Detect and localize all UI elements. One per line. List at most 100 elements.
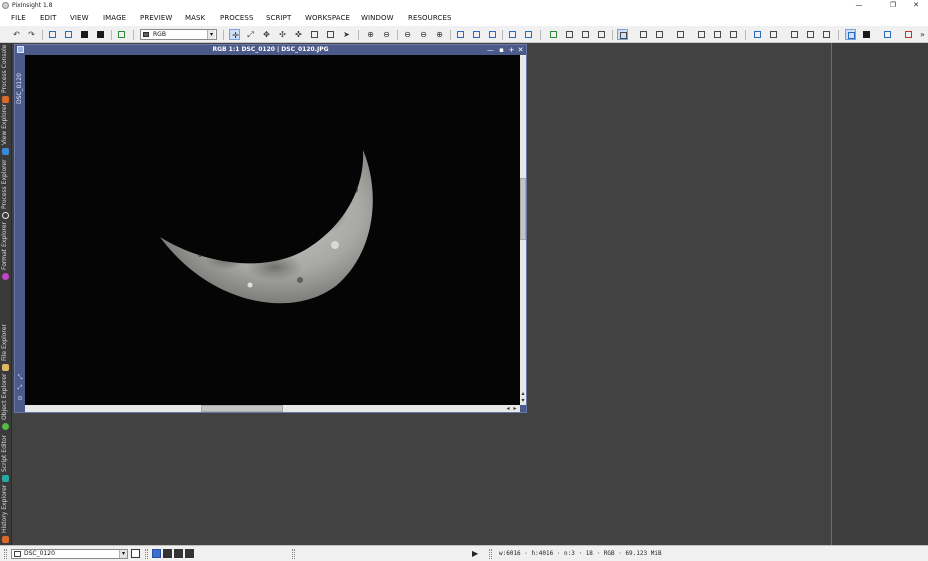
dock-tab-file-explorer[interactable]: File Explorer — [0, 323, 12, 373]
dynamic-crop-icon[interactable] — [325, 29, 336, 40]
horizontal-scrollbar[interactable]: ◂ ▸ — [25, 405, 520, 412]
zoom-mode-icon[interactable]: ⤢ — [245, 29, 256, 40]
dock-tab-history-explorer[interactable]: History Explorer — [0, 484, 12, 545]
color-space-rgb-icon[interactable] — [152, 549, 161, 558]
readout-mode-icon[interactable]: ✛ — [229, 29, 240, 40]
invert-mask-icon[interactable] — [95, 29, 106, 40]
statistics-icon[interactable] — [789, 29, 800, 40]
fit-view-icon[interactable] — [455, 29, 466, 40]
scroll-right-icon[interactable]: ▸ — [512, 405, 518, 412]
show-mask-icon[interactable] — [79, 29, 90, 40]
explorer-toggle-icon[interactable] — [752, 29, 763, 40]
play-icon[interactable]: ▶ — [472, 548, 478, 559]
channel-combo[interactable]: RGB ▾ — [140, 29, 217, 40]
toolbar-grip[interactable] — [145, 549, 148, 559]
view-selector[interactable]: DSC_0120 ▾ — [11, 549, 128, 559]
toolbar-grip[interactable] — [4, 549, 7, 559]
pan-mode-icon[interactable]: ✥ — [261, 29, 272, 40]
shade-window-button[interactable]: — — [486, 45, 495, 55]
duplicate-icon[interactable] — [63, 29, 74, 40]
fit-icon[interactable]: ⤡ — [17, 375, 23, 381]
new-preview-icon[interactable] — [309, 29, 320, 40]
dock-tab-object-explorer[interactable]: Object Explorer — [0, 373, 12, 432]
mask-enable-icon[interactable] — [617, 29, 628, 40]
color-space-red-icon[interactable] — [163, 549, 172, 558]
menu-window[interactable]: WINDOW — [361, 14, 394, 23]
image-window[interactable]: RGB 1:1 DSC_0120 | DSC_0120.JPG — ▪ + ✕ … — [14, 44, 527, 413]
image-window-titlebar[interactable]: RGB 1:1 DSC_0120 | DSC_0120.JPG — ▪ + ✕ — [15, 45, 526, 55]
scroll-down-icon[interactable]: ▾ — [520, 398, 526, 404]
console-toggle-icon[interactable] — [768, 29, 779, 40]
color-space-blue-icon[interactable] — [185, 549, 194, 558]
menu-view[interactable]: VIEW — [70, 14, 89, 23]
fit-window-icon[interactable] — [471, 29, 482, 40]
menu-resources[interactable]: RESOURCES — [408, 14, 452, 23]
preview-new-icon[interactable] — [548, 29, 559, 40]
restore-button[interactable]: ❐ — [882, 0, 904, 11]
preview-edit-icon[interactable] — [564, 29, 575, 40]
color-space-green-icon[interactable] — [174, 549, 183, 558]
dock-tab-label: Process Explorer — [1, 159, 8, 209]
mask-show-icon[interactable] — [638, 29, 649, 40]
iconize-window-button[interactable]: ▪ — [497, 45, 506, 55]
menu-process[interactable]: PROCESS — [220, 14, 254, 23]
menu-script[interactable]: SCRIPT — [266, 14, 291, 23]
dock-tab-format-explorer[interactable]: Format Explorer — [0, 221, 12, 282]
dock-tab-process-console[interactable]: Process Console — [0, 43, 12, 105]
mask-remove-icon[interactable] — [696, 29, 707, 40]
info-panel-icon[interactable] — [821, 29, 832, 40]
tile-windows-icon[interactable] — [507, 29, 518, 40]
screen-transfer-icon[interactable] — [116, 29, 127, 40]
menu-file[interactable]: FILE — [11, 14, 26, 23]
image-canvas[interactable] — [25, 55, 520, 405]
full-screen-icon[interactable] — [487, 29, 498, 40]
undo-icon[interactable]: ↶ — [11, 29, 22, 40]
zoom-fit-icon[interactable]: ⊖ — [418, 29, 429, 40]
menu-workspace[interactable]: WORKSPACE — [305, 14, 350, 23]
vertical-scroll-thumb[interactable] — [520, 178, 526, 240]
menu-image[interactable]: IMAGE — [103, 14, 126, 23]
dock-tab-script-editor[interactable]: Script Editor — [0, 432, 12, 484]
mask-link-icon[interactable] — [728, 29, 739, 40]
view-toggle-icon[interactable] — [131, 549, 140, 558]
gamut-check-icon[interactable] — [882, 29, 893, 40]
sync-icon[interactable]: ⤢ — [17, 385, 23, 391]
dynamic-pointer-icon[interactable]: ➤ — [341, 29, 352, 40]
horizontal-scroll-thumb[interactable] — [201, 405, 283, 412]
dock-tab-view-explorer[interactable]: View Explorer — [0, 104, 12, 157]
minimize-button[interactable]: — — [848, 0, 870, 11]
preview-copy-icon[interactable] — [580, 29, 591, 40]
close-button[interactable]: ✕ — [905, 0, 927, 11]
monitor-icon[interactable] — [845, 29, 856, 40]
menu-edit[interactable]: EDIT — [40, 14, 57, 23]
menu-preview[interactable]: PREVIEW — [140, 14, 172, 23]
toolbar-grip[interactable] — [292, 549, 295, 559]
mask-select-icon[interactable] — [675, 29, 686, 40]
center-mode-icon[interactable]: ✣ — [277, 29, 288, 40]
scroll-left-icon[interactable]: ◂ — [505, 405, 511, 412]
zoom-in-icon[interactable]: ⊕ — [365, 29, 376, 40]
vertical-scrollbar[interactable]: ▴ ▾ — [520, 55, 526, 405]
edit-preview-icon[interactable]: ✜ — [293, 29, 304, 40]
mask-color-icon[interactable] — [712, 29, 723, 40]
zoom-out-icon[interactable]: ⊖ — [381, 29, 392, 40]
mask-invert-icon[interactable] — [654, 29, 665, 40]
cascade-windows-icon[interactable] — [523, 29, 534, 40]
menu-mask[interactable]: MASK — [185, 14, 205, 23]
link-icon[interactable]: ⊙ — [17, 396, 23, 402]
zoom-1-1-icon[interactable]: ⊖ — [402, 29, 413, 40]
dock-tab-label: File Explorer — [1, 324, 8, 361]
zoom-actual-icon[interactable]: ⊕ — [434, 29, 445, 40]
color-profile-icon[interactable] — [861, 29, 872, 40]
preview-delete-icon[interactable] — [596, 29, 607, 40]
proofing-icon[interactable] — [903, 29, 914, 40]
toolbar-overflow-icon[interactable]: » — [917, 29, 928, 40]
reset-icon[interactable] — [47, 29, 58, 40]
toolbar-separator — [223, 30, 224, 40]
close-window-button[interactable]: ✕ — [516, 45, 525, 55]
maximize-window-button[interactable]: + — [507, 45, 516, 55]
toolbar-grip[interactable] — [489, 549, 492, 559]
histogram-icon[interactable] — [805, 29, 816, 40]
redo-icon[interactable]: ↷ — [26, 29, 37, 40]
dock-tab-process-explorer[interactable]: Process Explorer — [0, 157, 12, 221]
